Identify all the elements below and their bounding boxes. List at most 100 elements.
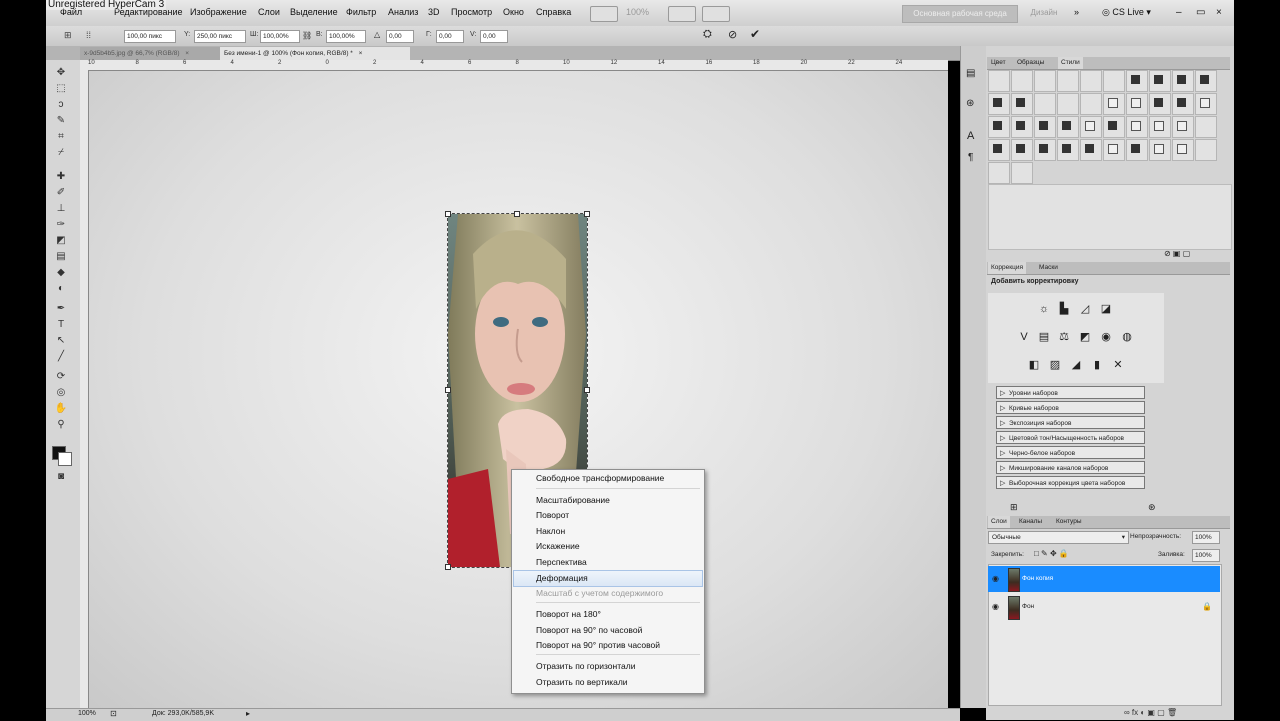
vertical-skew-field[interactable]: 0,00 (480, 30, 508, 43)
exposure-icon[interactable]: ◪ (1098, 302, 1114, 316)
restore-button[interactable]: ▭ (1196, 7, 1205, 18)
style-swatch[interactable] (1011, 162, 1033, 184)
style-swatch[interactable] (1149, 93, 1171, 115)
history-panel-icon[interactable]: ▤ (966, 68, 975, 79)
zoom-level[interactable]: 100% (626, 7, 649, 17)
black-white-icon[interactable]: ◩ (1077, 330, 1093, 344)
style-swatch[interactable] (1080, 116, 1102, 138)
style-swatch[interactable] (1103, 70, 1125, 92)
tab-paths[interactable]: Контуры (1053, 516, 1085, 528)
clone-stamp-tool-icon[interactable]: ⊥ (52, 202, 70, 216)
eyedropper-tool-icon[interactable]: ⌿ (52, 146, 70, 160)
style-swatch[interactable] (1195, 93, 1217, 115)
cancel-transform-icon[interactable]: ⊘ (728, 28, 737, 41)
style-swatch[interactable] (1195, 116, 1217, 138)
style-swatch[interactable] (1172, 93, 1194, 115)
style-swatch[interactable] (1126, 116, 1148, 138)
minimize-button[interactable]: – (1176, 7, 1182, 18)
quick-mask-icon[interactable]: ◙ (52, 470, 70, 484)
style-swatch[interactable] (1011, 139, 1033, 161)
lock-icons[interactable]: □ ✎ ✥ 🔒 (1034, 549, 1069, 558)
screen-mode-dropdown[interactable] (702, 6, 730, 22)
style-swatch[interactable] (1195, 139, 1217, 161)
fill-field[interactable]: 100% (1192, 549, 1220, 562)
close-window-button[interactable]: × (1216, 7, 1222, 18)
horizontal-skew-field[interactable]: 0,00 (436, 30, 464, 43)
reference-point-icon[interactable]: ⁞⁞ (86, 30, 102, 42)
context-menu-item[interactable]: Отразить по горизонтали (512, 659, 704, 674)
transform-handle-bl[interactable] (445, 564, 451, 570)
photo-filter-icon[interactable]: ◉ (1098, 330, 1114, 344)
adjustment-preset-item[interactable]: ▷ Выборочная коррекция цвета наборов (996, 476, 1145, 489)
threshold-icon[interactable]: ◢ (1068, 358, 1084, 372)
layer-row-background[interactable]: ◉ Фон 🔒 (988, 594, 1220, 620)
style-swatch[interactable] (1103, 93, 1125, 115)
visibility-eye-icon[interactable]: ◉ (992, 594, 999, 620)
tab-styles[interactable]: Стили (1058, 57, 1083, 69)
menu-view[interactable]: Просмотр (451, 7, 492, 17)
adjustment-preset-item[interactable]: ▷ Цветовой тон/Насыщенность наборов (996, 431, 1145, 444)
blend-mode-select[interactable]: Обычные ▾ (988, 531, 1129, 544)
tab-document-2[interactable]: Без имени-1 @ 100% (Фон копия, RGB/8) * … (220, 47, 410, 60)
zoom-tool-icon[interactable]: ⚲ (52, 418, 70, 432)
context-menu-item[interactable]: Наклон (512, 524, 704, 539)
hand-tool-icon[interactable]: ✋ (52, 402, 70, 416)
style-swatch[interactable] (1172, 139, 1194, 161)
adjustment-preset-item[interactable]: ▷ Экспозиция наборов (996, 416, 1145, 429)
style-swatch[interactable] (1172, 116, 1194, 138)
style-swatch[interactable] (1080, 93, 1102, 115)
commit-transform-icon[interactable]: ✔ (750, 27, 760, 41)
actions-panel-icon[interactable]: ⊛ (966, 98, 974, 109)
move-tool-icon[interactable]: ✥ (52, 66, 70, 80)
menu-filter[interactable]: Фильтр (346, 7, 376, 17)
y-position-field[interactable]: 250,00 пикс (194, 30, 246, 43)
style-swatch[interactable] (1057, 93, 1079, 115)
color-balance-icon[interactable]: ⚖ (1056, 330, 1072, 344)
tab-swatches[interactable]: Образцы (1014, 57, 1047, 69)
menu-help[interactable]: Справка (536, 7, 571, 17)
style-swatch[interactable] (1103, 139, 1125, 161)
style-swatch[interactable] (1034, 93, 1056, 115)
style-swatch[interactable] (1080, 139, 1102, 161)
context-menu-item[interactable]: Поворот (512, 508, 704, 523)
style-swatch[interactable] (1149, 139, 1171, 161)
style-swatch[interactable] (1034, 139, 1056, 161)
transform-handle-mr[interactable] (584, 387, 590, 393)
context-menu-item[interactable]: Поворот на 180° (512, 607, 704, 622)
visibility-eye-icon[interactable]: ◉ (992, 566, 999, 592)
transform-handle-tl[interactable] (445, 211, 451, 217)
status-arrow-icon[interactable]: ▸ (246, 709, 250, 718)
style-swatch[interactable] (1034, 116, 1056, 138)
background-color-swatch[interactable] (58, 452, 72, 466)
menu-select[interactable]: Выделение (290, 7, 338, 17)
character-panel-icon[interactable]: A (967, 130, 974, 142)
context-menu-item[interactable]: Свободное трансформирование (512, 471, 704, 486)
hue-saturation-icon[interactable]: ▤ (1036, 330, 1052, 344)
adjustment-preset-item[interactable]: ▷ Кривые наборов (996, 401, 1145, 414)
transform-handle-ml[interactable] (445, 387, 451, 393)
link-icon[interactable]: ⛓ (302, 31, 312, 40)
opacity-field[interactable]: 100% (1192, 531, 1220, 544)
channel-mixer-icon[interactable]: ◍ (1119, 330, 1135, 344)
curves-icon[interactable]: ◿ (1077, 302, 1093, 316)
more-workspaces[interactable]: » (1074, 7, 1079, 17)
style-swatch[interactable] (988, 70, 1010, 92)
style-swatch[interactable] (1011, 93, 1033, 115)
width-field[interactable]: 100,00% (260, 30, 300, 43)
context-menu-item[interactable]: Перспектива (512, 555, 704, 570)
transform-handle-tc[interactable] (514, 211, 520, 217)
style-swatch[interactable] (988, 139, 1010, 161)
eraser-tool-icon[interactable]: ◩ (52, 234, 70, 248)
close-icon[interactable]: × (185, 50, 189, 57)
brush-tool-icon[interactable]: ✐ (52, 186, 70, 200)
angle-field[interactable]: 0,00 (386, 30, 414, 43)
style-swatch[interactable] (1195, 70, 1217, 92)
menu-3d[interactable]: 3D (428, 7, 440, 17)
menu-image[interactable]: Изображение (190, 7, 247, 17)
transform-handle-tr[interactable] (584, 211, 590, 217)
type-tool-icon[interactable]: T (52, 318, 70, 332)
height-field[interactable]: 100,00% (326, 30, 366, 43)
style-swatch[interactable] (988, 116, 1010, 138)
styles-panel-footer-icons[interactable]: ⊘ ▣ ▢ (1164, 249, 1190, 258)
layer-row-background-copy[interactable]: ◉ Фон копия (988, 566, 1220, 592)
